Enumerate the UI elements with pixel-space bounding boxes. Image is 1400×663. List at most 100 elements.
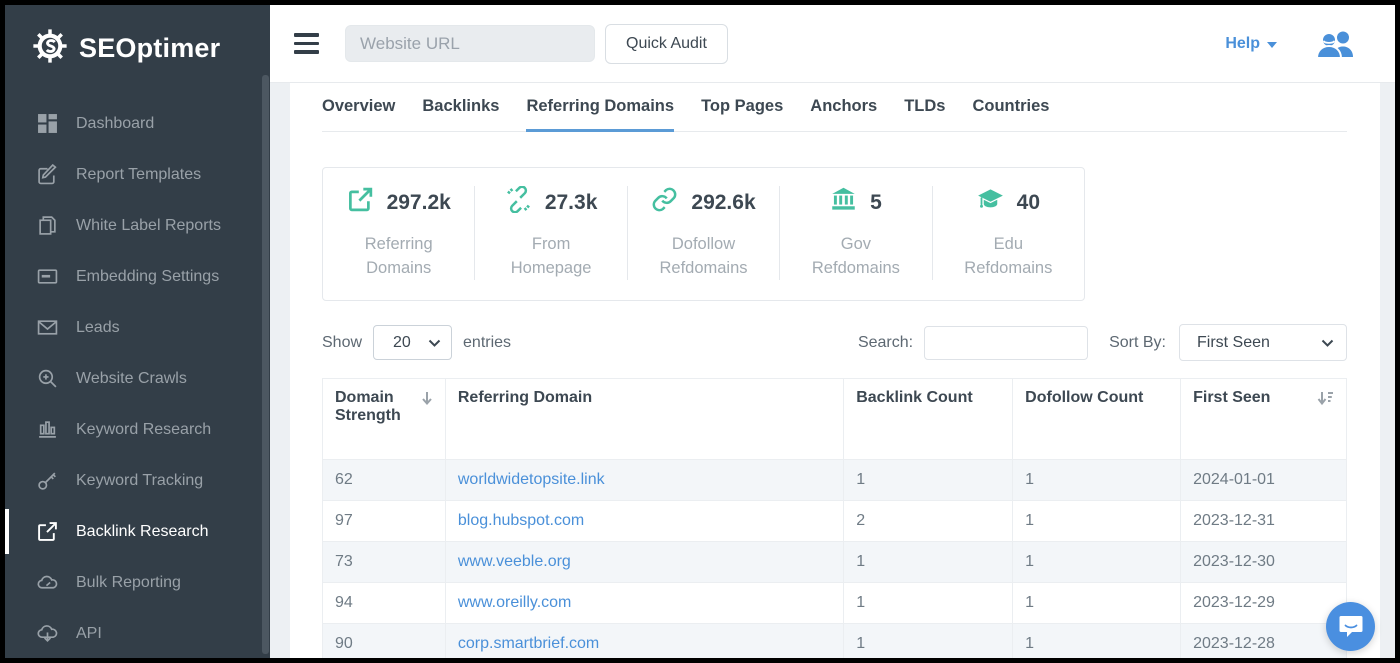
tab-bar: Overview Backlinks Referring Domains Top… [322,83,1347,132]
cell-backlink-count: 1 [844,460,1013,501]
topbar: Quick Audit Help [270,5,1395,83]
table-row: 73 www.veeble.org 1 1 2023-12-30 [323,542,1347,583]
table-row: 90 corp.smartbrief.com 1 1 2023-12-28 [323,624,1347,659]
show-label: Show [322,334,362,352]
cell-backlink-count: 1 [844,624,1013,659]
sidebar-item-report-templates[interactable]: Report Templates [5,149,270,200]
header-backlink-count[interactable]: Backlink Count [844,379,1013,460]
sort-group: Sort By: First Seen [1109,324,1347,361]
sidebar-scrollbar[interactable] [262,75,269,654]
embed-card-icon [36,266,58,288]
content-panel: Overview Backlinks Referring Domains Top… [290,83,1380,658]
entries-select-value: 20 [393,334,411,352]
stat-value: 292.6k [691,191,755,215]
sort-by-select[interactable]: First Seen [1179,324,1347,361]
seoptimer-gear-icon [31,27,69,70]
website-url-input[interactable] [345,25,595,62]
sidebar-item-bulk-reporting[interactable]: Bulk Reporting [5,557,270,608]
cell-domain-strength: 90 [323,624,446,659]
referring-domain-link[interactable]: blog.hubspot.com [458,512,584,529]
cell-domain-strength: 73 [323,542,446,583]
broken-link-icon [505,186,532,219]
cell-dofollow-count: 1 [1013,460,1181,501]
sidebar-item-keyword-research[interactable]: Keyword Research [5,404,270,455]
stat-label: Edu Refdomains [953,232,1063,280]
app-window: SEOptimer Dashboard Report Templates Whi… [0,0,1400,663]
table-header-row: Domain Strength Referring Domain Backlin… [323,379,1347,460]
table-controls: Show 20 entries Search: Sort By: First S… [322,324,1347,361]
key-icon [36,470,58,492]
chat-widget-button[interactable] [1326,602,1375,651]
referring-domain-link[interactable]: www.oreilly.com [458,594,572,611]
referring-domains-table: Domain Strength Referring Domain Backlin… [322,378,1347,658]
account-users-icon[interactable] [1315,29,1355,59]
tab-countries[interactable]: Countries [972,97,1049,132]
envelope-icon [36,317,58,339]
referring-domain-link[interactable]: corp.smartbrief.com [458,635,599,652]
tab-top-pages[interactable]: Top Pages [701,97,783,132]
sidebar-item-website-crawls[interactable]: Website Crawls [5,353,270,404]
tab-overview[interactable]: Overview [322,97,395,132]
stat-value: 297.2k [387,191,451,215]
cell-domain-strength: 94 [323,583,446,624]
header-domain-strength[interactable]: Domain Strength [323,379,446,460]
tab-backlinks[interactable]: Backlinks [422,97,499,132]
dashboard-icon [36,113,58,135]
sidebar-item-label: Keyword Research [76,421,211,439]
stat-label: From Homepage [496,232,606,280]
link-icon [651,186,678,219]
sidebar-item-embedding-settings[interactable]: Embedding Settings [5,251,270,302]
sidebar-item-leads[interactable]: Leads [5,302,270,353]
tab-anchors[interactable]: Anchors [810,97,877,132]
sidebar-item-label: Report Templates [76,166,201,184]
sidebar-item-label: Website Crawls [76,370,187,388]
help-label: Help [1225,35,1260,53]
logo[interactable]: SEOptimer [5,5,270,88]
magnifier-plus-icon [36,368,58,390]
quick-audit-button[interactable]: Quick Audit [605,24,728,64]
sidebar-item-dashboard[interactable]: Dashboard [5,98,270,149]
sidebar-item-label: Backlink Research [76,523,209,541]
sidebar-item-label: White Label Reports [76,217,221,235]
cell-first-seen: 2023-12-31 [1181,501,1347,542]
header-referring-domain[interactable]: Referring Domain [445,379,843,460]
header-first-seen[interactable]: First Seen [1181,379,1347,460]
bar-chart-icon [36,419,58,441]
cell-dofollow-count: 1 [1013,624,1181,659]
search-input[interactable] [924,326,1088,360]
stat-referring-domains: 297.2k Referring Domains [323,186,475,280]
sort-by-value: First Seen [1197,334,1270,352]
table-row: 94 www.oreilly.com 1 1 2023-12-29 [323,583,1347,624]
stat-gov-refdomains: 5 Gov Refdomains [780,186,932,280]
referring-domain-link[interactable]: www.veeble.org [458,553,571,570]
sidebar-item-api[interactable]: API [5,608,270,659]
sidebar-item-label: Leads [76,319,120,337]
header-dofollow-count[interactable]: Dofollow Count [1013,379,1181,460]
stat-edu-refdomains: 40 Edu Refdomains [933,186,1084,280]
chevron-down-icon [1321,339,1334,347]
tab-referring-domains[interactable]: Referring Domains [526,97,674,132]
cell-domain-strength: 97 [323,501,446,542]
sidebar-nav: Dashboard Report Templates White Label R… [5,98,270,659]
entries-label: entries [463,334,511,352]
bank-icon [830,186,857,219]
entries-select[interactable]: 20 [373,325,452,360]
sidebar-item-backlink-research[interactable]: Backlink Research [5,506,270,557]
tab-tlds[interactable]: TLDs [904,97,945,132]
stat-value: 27.3k [545,191,598,215]
stats-summary-card: 297.2k Referring Domains 27.3k From Home… [322,167,1085,301]
hamburger-menu-icon[interactable] [294,33,319,54]
referring-domain-link[interactable]: worldwidetopsite.link [458,471,605,488]
sidebar-item-label: Bulk Reporting [76,574,181,592]
sidebar-item-label: Embedding Settings [76,268,219,286]
cell-dofollow-count: 1 [1013,583,1181,624]
sort-by-label: Sort By: [1109,334,1166,352]
sidebar-item-white-label-reports[interactable]: White Label Reports [5,200,270,251]
stat-dofollow-refdomains: 292.6k Dofollow Refdomains [628,186,780,280]
stat-from-homepage: 27.3k From Homepage [475,186,627,280]
sidebar-item-keyword-tracking[interactable]: Keyword Tracking [5,455,270,506]
sidebar-item-label: Dashboard [76,115,154,133]
cell-first-seen: 2023-12-28 [1181,624,1347,659]
search-group: Search: [858,326,1088,360]
help-menu[interactable]: Help [1225,35,1277,53]
